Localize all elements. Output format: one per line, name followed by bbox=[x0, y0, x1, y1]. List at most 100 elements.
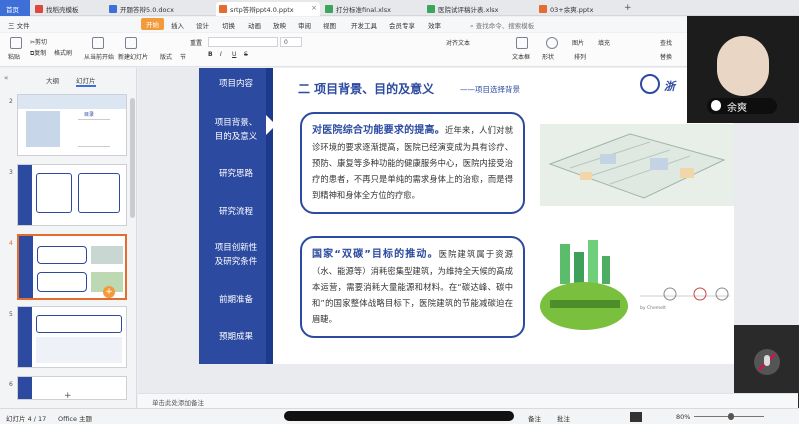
zoom-slider-thumb[interactable] bbox=[728, 413, 734, 420]
tab-slides[interactable]: 幻灯片 bbox=[76, 75, 96, 87]
zoom-level: 80% bbox=[676, 413, 691, 421]
nav-item: 前期准备 bbox=[218, 295, 253, 305]
fill-button[interactable]: 填充 bbox=[598, 38, 610, 47]
paste-button[interactable]: 粘贴 bbox=[8, 52, 20, 61]
bold-button[interactable]: B bbox=[208, 51, 213, 58]
align-text-button[interactable]: 对齐文本 bbox=[446, 38, 470, 47]
play-icon[interactable] bbox=[92, 37, 104, 49]
card-body: 医院建筑属于资源（水、能源等）消耗密集型建筑，为维持全天候的高成本运营，需要消耗… bbox=[312, 249, 513, 324]
font-name-field[interactable] bbox=[208, 37, 278, 47]
card-title: 对医院综合功能要求的提高。 bbox=[312, 125, 445, 136]
tab-label: 医院试评稿计表.xlsx bbox=[438, 6, 499, 14]
nav-item-active: 项目背景、 目的及意义 bbox=[214, 118, 258, 142]
menu-transition[interactable]: 切换 bbox=[222, 20, 235, 30]
menu-slideshow[interactable]: 放映 bbox=[273, 20, 286, 30]
find-button[interactable]: 查找 bbox=[660, 38, 672, 47]
tab-pptx-active[interactable]: srtp答辩ppt4.0.pptx × bbox=[216, 2, 320, 16]
slide-thumbnail[interactable] bbox=[17, 164, 127, 226]
excel-icon bbox=[325, 5, 333, 13]
section-button[interactable]: 节 bbox=[180, 52, 186, 61]
new-slide-icon[interactable] bbox=[125, 37, 137, 49]
cut-button[interactable]: ✂剪切 bbox=[30, 37, 47, 46]
textbox-button[interactable]: 文本框 bbox=[512, 52, 530, 61]
tab-pptx-2[interactable]: 03+余爽.pptx bbox=[536, 2, 620, 16]
card-title: 国家“双碳”目标的推动。 bbox=[312, 249, 439, 260]
menu-design[interactable]: 设计 bbox=[196, 20, 209, 30]
underline-button[interactable]: U bbox=[232, 51, 236, 58]
image-button[interactable]: 图片 bbox=[572, 38, 584, 47]
copy-button[interactable]: ⧉复制 bbox=[30, 48, 46, 58]
menu-member[interactable]: 会员专享 bbox=[389, 20, 415, 30]
menu-efficiency[interactable]: 效率 bbox=[428, 20, 441, 30]
tab-xlsx-2[interactable]: 医院试评稿计表.xlsx bbox=[424, 2, 534, 16]
format-painter-button[interactable]: 格式刷 bbox=[54, 48, 72, 57]
tab-outline[interactable]: 大纲 bbox=[46, 75, 59, 85]
menu-insert[interactable]: 插入 bbox=[171, 20, 184, 30]
floorplan-drawing bbox=[548, 133, 726, 199]
strikethrough-button[interactable]: S bbox=[244, 51, 248, 58]
new-slide-button[interactable]: 新建幻灯片 bbox=[118, 52, 148, 61]
slide-thumbnail-selected[interactable]: + bbox=[17, 234, 127, 300]
shape-button[interactable]: 形状 bbox=[542, 52, 554, 61]
content-card-2: 国家“双碳”目标的推动。医院建筑属于资源（水、能源等）消耗密集型建筑，为维持全天… bbox=[300, 236, 525, 338]
menu-animation[interactable]: 动画 bbox=[248, 20, 261, 30]
paste-icon[interactable] bbox=[10, 37, 22, 49]
copy-label: 复制 bbox=[34, 50, 47, 57]
nav-item: 项目创新性 及研究条件 bbox=[214, 243, 258, 267]
notes-pane[interactable]: 单击此处添加备注 bbox=[138, 393, 798, 408]
menu-file[interactable]: 三 文件 bbox=[8, 20, 30, 30]
add-slide-button[interactable]: + bbox=[64, 391, 72, 401]
add-tab-icon[interactable]: + bbox=[624, 3, 632, 13]
replace-button[interactable]: 替换 bbox=[660, 52, 672, 61]
shape-icon[interactable] bbox=[546, 37, 558, 49]
collapse-panel-icon[interactable]: « bbox=[4, 74, 8, 82]
panel-scrollbar[interactable] bbox=[130, 98, 135, 218]
tab-doc[interactable]: 开题答辩5.0.docx bbox=[106, 2, 214, 16]
video-participant-tile[interactable]: 余爽 bbox=[687, 16, 799, 123]
mic-muted-icon[interactable] bbox=[754, 349, 780, 375]
textbox-icon[interactable] bbox=[516, 37, 528, 49]
carbon-neutral-image: by Chemelt bbox=[540, 236, 734, 334]
cut-label: 剪切 bbox=[35, 39, 48, 46]
play-slideshow-icon[interactable] bbox=[630, 412, 642, 422]
slide-thumbnail[interactable] bbox=[17, 376, 127, 400]
from-current-button[interactable]: 从当前开始 bbox=[84, 52, 114, 61]
thumb-image bbox=[26, 111, 60, 147]
nav-item: 研究流程 bbox=[218, 207, 253, 217]
tab-docer[interactable]: 找稻壳模板 bbox=[32, 2, 104, 16]
thumb-box bbox=[78, 173, 120, 213]
ppt-icon bbox=[539, 5, 547, 13]
progress-overlay-bar bbox=[284, 411, 514, 421]
slide-thumbnail[interactable] bbox=[17, 306, 127, 368]
tab-home[interactable]: 首页 bbox=[0, 0, 30, 16]
thumb-nav bbox=[18, 307, 32, 367]
thumb-box bbox=[36, 315, 122, 333]
slide-thumbnail[interactable]: 目录 bbox=[17, 94, 127, 156]
comments-toggle[interactable]: 批注 bbox=[557, 413, 570, 423]
font-size-field[interactable]: 0 bbox=[280, 37, 302, 47]
tab-xlsx-1[interactable]: 打分标准final.xlsx bbox=[322, 2, 422, 16]
menu-home[interactable]: 开始 bbox=[141, 18, 164, 30]
menu-review[interactable]: 审阅 bbox=[298, 20, 311, 30]
slide-title: 二 项目背景、目的及意义 bbox=[298, 82, 435, 96]
italic-button[interactable]: I bbox=[220, 51, 222, 58]
thumb-banner bbox=[18, 95, 126, 109]
reset-button[interactable]: 重置 bbox=[190, 38, 202, 47]
arrange-button[interactable]: 排列 bbox=[574, 52, 586, 61]
menu-devtools[interactable]: 开发工具 bbox=[351, 20, 377, 30]
slide-number: 6 bbox=[9, 381, 13, 388]
university-logo-icon bbox=[640, 74, 660, 94]
thumb-box bbox=[37, 246, 87, 264]
slide-panel: « 大纲 幻灯片 2 目录 3 4 + 5 6 + bbox=[0, 68, 137, 408]
close-icon[interactable]: × bbox=[311, 4, 317, 12]
search-command[interactable]: ⌕ 查找命令、搜索模板 bbox=[470, 20, 534, 31]
diagram-caption: by Chemelt bbox=[640, 306, 666, 311]
content-card-1: 对医院综合功能要求的提高。近年来，人们对就诊环境的要求逐渐提高，医院已经演变成为… bbox=[300, 112, 525, 214]
add-slide-icon[interactable]: + bbox=[103, 286, 115, 298]
layout-button[interactable]: 版式 bbox=[160, 52, 172, 61]
tab-label: 开题答辩5.0.docx bbox=[120, 6, 174, 14]
notes-toggle[interactable]: 备注 bbox=[528, 413, 541, 423]
nav-item: 研究思路 bbox=[218, 169, 253, 179]
mic-icon bbox=[711, 100, 721, 111]
menu-view[interactable]: 视图 bbox=[323, 20, 336, 30]
